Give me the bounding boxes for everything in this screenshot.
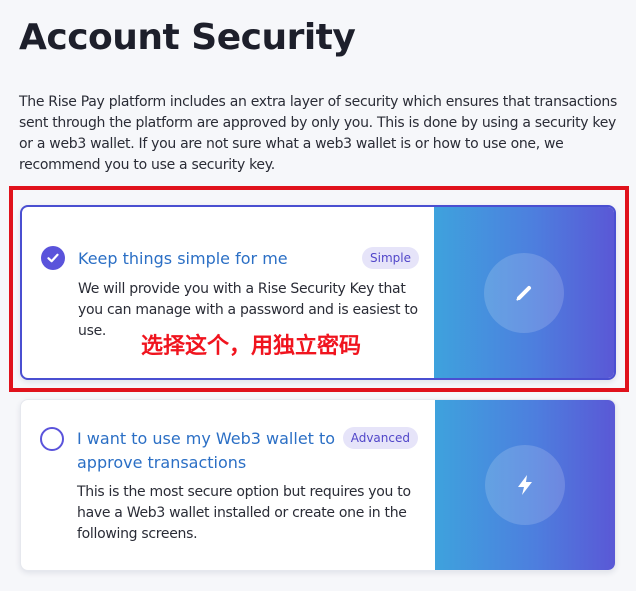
page-title: Account Security xyxy=(19,17,356,58)
option-description: This is the most secure option but requi… xyxy=(77,484,411,542)
intro-text: The Rise Pay platform includes an extra … xyxy=(19,94,617,173)
option-visual-panel xyxy=(435,400,615,570)
option-card-body: I want to use my Web3 wallet to approve … xyxy=(21,400,437,570)
option-card-advanced[interactable]: I want to use my Web3 wallet to approve … xyxy=(20,399,616,571)
annotation-text: 选择这个，用独立密码 xyxy=(141,334,362,359)
lightning-icon xyxy=(485,445,565,525)
radio-unchecked-icon[interactable] xyxy=(40,427,64,451)
account-security-page: Account Security The Rise Pay platform i… xyxy=(0,0,636,591)
advanced-badge: Advanced xyxy=(342,427,418,449)
option-title: I want to use my Web3 wallet to approve … xyxy=(77,429,336,472)
